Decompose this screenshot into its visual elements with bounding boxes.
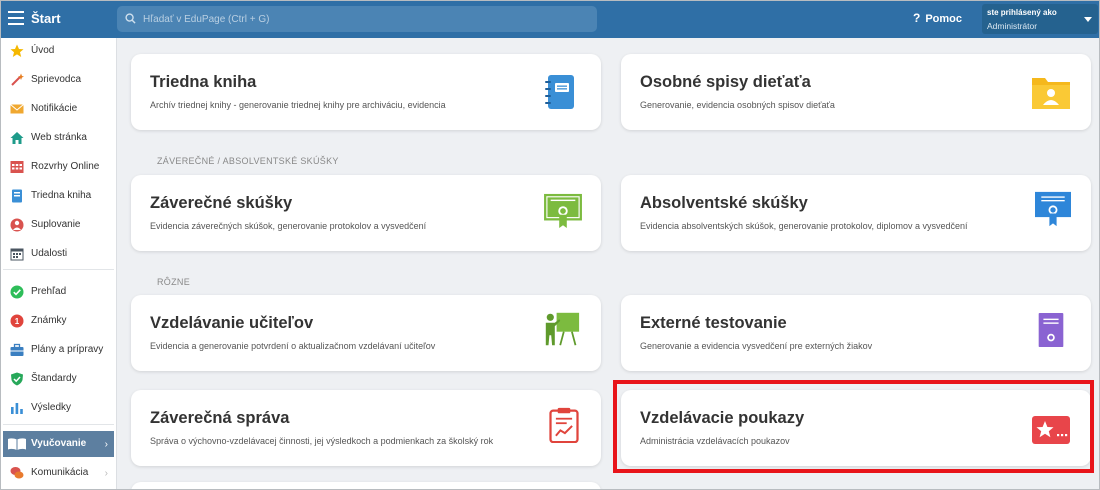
top-bar: Štart ? Pomoc ste prihlásený ako Administ… <box>0 0 1100 38</box>
sidebar-item-label: Plány a prípravy <box>31 344 104 355</box>
user-name: ste prihlásený ako <box>987 8 1057 17</box>
wand-icon <box>11 73 24 86</box>
sidebar-item-label: Známky <box>31 315 67 326</box>
folder-person-icon <box>1032 78 1070 109</box>
sidebar-item-standardy[interactable]: Štandardy <box>3 366 114 392</box>
card-title: Vzdelávanie učiteľov <box>150 314 314 332</box>
card-triedna-kniha[interactable]: Triedna kniha Archív triednej knihy - ge… <box>131 54 601 130</box>
sidebar-item-rozvrhy-online[interactable]: Rozvrhy Online <box>3 154 114 180</box>
user-menu[interactable]: ste prihlásený ako Administrátor <box>982 4 1098 34</box>
sidebar-item-vysledky[interactable]: Výsledky <box>3 395 114 421</box>
sidebar-item-label: Sprievodca <box>31 74 82 85</box>
sidebar-item-prehlad[interactable]: Prehľad <box>3 279 114 305</box>
person-swap-icon <box>10 218 24 232</box>
card-subtitle: Evidencia záverečných skúšok, generovani… <box>150 221 427 231</box>
sidebar-item-uvod[interactable]: Úvod <box>3 38 114 64</box>
notebook-icon <box>545 75 574 109</box>
card-subtitle: Evidencia a generovanie potvrdení o aktu… <box>150 341 436 351</box>
help-button[interactable]: ? Pomoc <box>913 11 962 25</box>
help-label: Pomoc <box>925 13 963 25</box>
section-label-misc: RÔZNE <box>157 277 190 287</box>
sidebar-divider <box>3 269 114 270</box>
certificate-blue-icon <box>1035 191 1071 227</box>
section-label-final-exams: ZÁVEREČNÉ / ABSOLVENTSKÉ SKÚŠKY <box>157 156 339 166</box>
card-zaverecne-skusky[interactable]: Záverečné skúšky Evidencia záverečných s… <box>131 175 601 251</box>
caret-down-icon <box>1084 17 1092 22</box>
user-role: Administrátor <box>987 21 1038 31</box>
hamburger-menu-icon[interactable] <box>8 11 24 25</box>
diploma-purple-icon <box>1038 312 1064 348</box>
sidebar-item-label: Web stránka <box>31 132 87 143</box>
sidebar-item-web-stranka[interactable]: Web stránka <box>3 125 114 151</box>
card-vzdelavanie-ucitelov[interactable]: Vzdelávanie učiteľov Evidencia a generov… <box>131 295 601 371</box>
card-title: Záverečná správa <box>150 409 290 427</box>
sidebar-item-plany-a-pripravy[interactable]: Plány a prípravy <box>3 337 114 363</box>
card-externe-testovanie[interactable]: Externé testovanie Generovanie a evidenc… <box>621 295 1091 371</box>
sidebar-item-label: Triedna kniha <box>31 190 92 201</box>
svg-text:1: 1 <box>15 317 20 326</box>
sidebar-item-udalosti[interactable]: Udalosti <box>3 241 114 267</box>
highlight-box <box>613 380 1094 473</box>
certificate-green-icon <box>544 193 582 229</box>
card-title: Triedna kniha <box>150 73 257 91</box>
teacher-board-icon <box>545 312 580 346</box>
search-icon <box>125 13 136 24</box>
sidebar-divider <box>3 424 114 425</box>
book-icon <box>12 189 22 203</box>
sidebar-item-suplovanie[interactable]: Suplovanie <box>3 212 114 238</box>
card-osobne-spisy[interactable]: Osobné spisy dieťaťa Generovanie, eviden… <box>621 54 1091 130</box>
sidebar-item-label: Udalosti <box>31 248 68 259</box>
calendar-icon <box>10 248 24 261</box>
open-book-icon <box>8 438 26 450</box>
chevron-right-icon: › <box>104 468 108 479</box>
sidebar-item-komunikacia[interactable]: Komunikácia › <box>3 460 114 486</box>
sidebar-item-label: Komunikácia <box>31 467 89 478</box>
calendar-grid-icon <box>10 161 24 173</box>
search-box[interactable] <box>117 6 597 32</box>
star-icon <box>10 44 24 57</box>
card-subtitle: Evidencia absolventských skúšok, generov… <box>640 221 968 231</box>
sidebar-item-label: Vyučovanie <box>31 438 87 449</box>
card-subtitle: Generovanie, evidencia osobných spisov d… <box>640 100 835 110</box>
sidebar-item-label: Prehľad <box>31 286 67 297</box>
chevron-right-icon: › <box>104 439 108 450</box>
card-title: Externé testovanie <box>640 314 787 332</box>
briefcase-icon <box>10 343 24 356</box>
sidebar-item-sprievodca[interactable]: Sprievodca <box>3 67 114 93</box>
sidebar-item-znamky[interactable]: 1 Známky <box>3 308 114 334</box>
card-subtitle: Generovanie a evidencia vysvedčení pre e… <box>640 341 873 351</box>
question-icon: ? <box>913 11 921 25</box>
sidebar-item-triedna-kniha[interactable]: Triedna kniha <box>3 183 114 209</box>
card-zaverecna-sprava[interactable]: Záverečná správa Správa o výchovno-vzdel… <box>131 390 601 466</box>
card-title: Záverečné skúšky <box>150 194 293 212</box>
card-title: Osobné spisy dieťaťa <box>640 73 811 91</box>
check-circle-icon <box>10 285 24 299</box>
card-partial <box>131 482 601 490</box>
shield-check-icon <box>11 372 23 386</box>
clipboard-chart-icon <box>549 407 579 443</box>
chat-icon <box>10 467 24 479</box>
sidebar-item-label: Úvod <box>31 45 55 56</box>
home-icon <box>10 132 24 144</box>
sidebar-item-notifikacie[interactable]: Notifikácie <box>3 96 114 122</box>
card-title: Absolventské skúšky <box>640 194 808 212</box>
envelope-icon <box>10 104 24 114</box>
bar-chart-icon <box>11 403 23 414</box>
sidebar-item-label: Rozvrhy Online <box>31 161 100 172</box>
sidebar-item-label: Notifikácie <box>31 103 78 114</box>
card-subtitle: Správa o výchovno-vzdelávacej činnosti, … <box>150 436 494 446</box>
card-subtitle: Archív triednej knihy - generovanie trie… <box>150 100 446 110</box>
search-input[interactable] <box>143 6 583 32</box>
sidebar-item-vyucovanie[interactable]: Vyučovanie › <box>3 431 114 457</box>
grade-icon: 1 <box>10 314 24 328</box>
sidebar-item-label: Štandardy <box>31 373 77 384</box>
page-title[interactable]: Štart <box>31 11 61 26</box>
sidebar-item-label: Suplovanie <box>31 219 81 230</box>
card-absolventske-skusky[interactable]: Absolventské skúšky Evidencia absolvents… <box>621 175 1091 251</box>
sidebar-item-label: Výsledky <box>31 402 72 413</box>
